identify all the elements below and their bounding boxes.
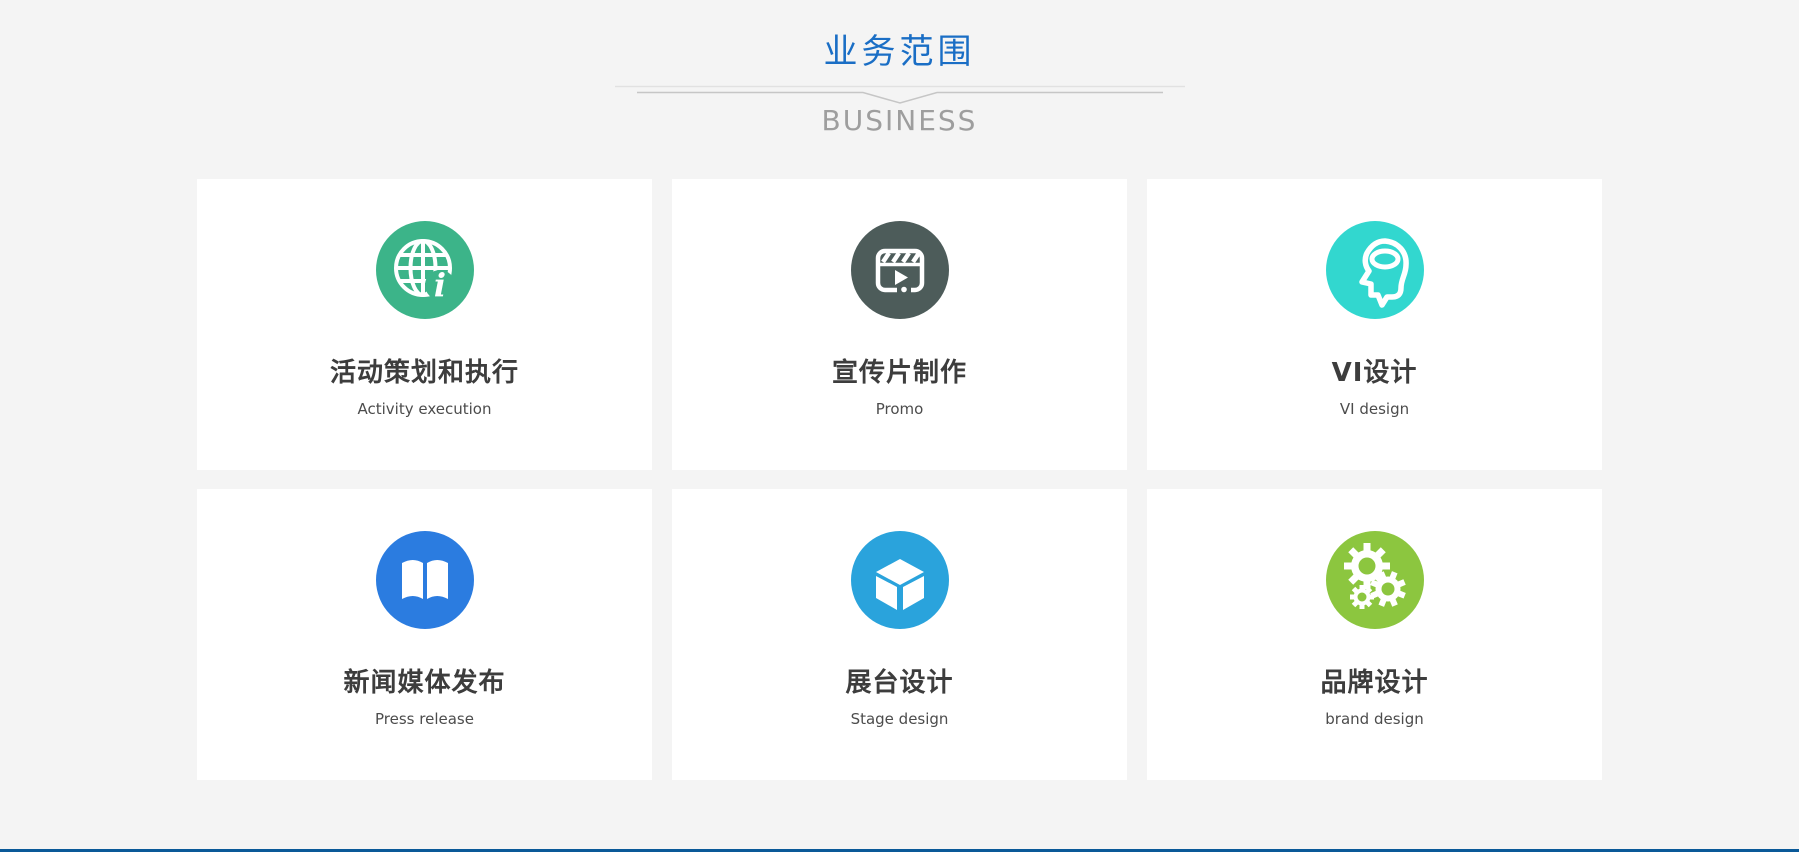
business-card-activity[interactable]: i 活动策划和执行 Activity execution bbox=[197, 179, 652, 470]
card-subtitle: brand design bbox=[1325, 710, 1423, 728]
cube-icon bbox=[851, 531, 949, 629]
clapperboard-icon bbox=[851, 221, 949, 319]
card-title: 新闻媒体发布 bbox=[343, 662, 505, 699]
card-subtitle: Stage design bbox=[851, 710, 949, 728]
open-book-icon bbox=[376, 531, 474, 629]
section-subtitle: BUSINESS bbox=[0, 104, 1799, 137]
card-subtitle: Press release bbox=[375, 710, 474, 728]
card-subtitle: VI design bbox=[1340, 400, 1409, 418]
business-card-press[interactable]: 新闻媒体发布 Press release bbox=[197, 489, 652, 780]
head-profile-icon bbox=[1326, 221, 1424, 319]
globe-info-icon: i bbox=[376, 221, 474, 319]
business-section: 业务范围 BUSINESS bbox=[0, 0, 1799, 852]
gears-icon bbox=[1326, 531, 1424, 629]
card-title: 展台设计 bbox=[845, 662, 953, 699]
section-title: 业务范围 bbox=[0, 0, 1799, 73]
card-title: 宣传片制作 bbox=[832, 352, 967, 389]
business-card-stage[interactable]: 展台设计 Stage design bbox=[672, 489, 1127, 780]
card-subtitle: Activity execution bbox=[358, 400, 492, 418]
card-title: 活动策划和执行 bbox=[330, 352, 519, 389]
svg-text:i: i bbox=[433, 266, 445, 304]
card-title: VI设计 bbox=[1332, 352, 1418, 389]
card-title: 品牌设计 bbox=[1320, 662, 1428, 699]
card-subtitle: Promo bbox=[876, 400, 924, 418]
business-grid: i 活动策划和执行 Activity execution bbox=[197, 179, 1602, 780]
business-card-vi[interactable]: VI设计 VI design bbox=[1147, 179, 1602, 470]
business-card-promo[interactable]: 宣传片制作 Promo bbox=[672, 179, 1127, 470]
business-card-brand[interactable]: 品牌设计 brand design bbox=[1147, 489, 1602, 780]
